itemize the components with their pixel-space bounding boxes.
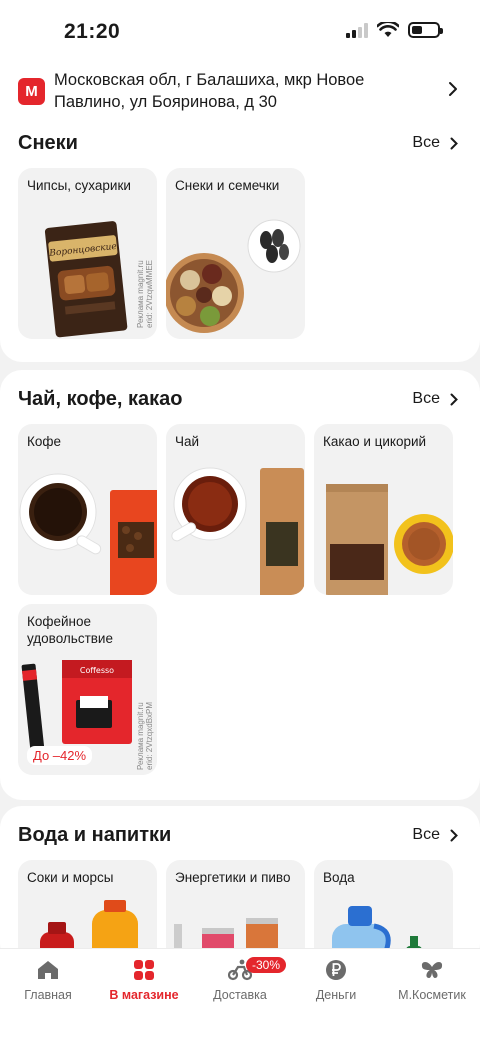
tile-label: Кофе [27, 434, 61, 449]
ad-disclaimer: Реклама magnit.ru erid: 2VtzqxdBxPM [136, 701, 154, 770]
category-tile-coffee[interactable]: Кофе [18, 424, 157, 595]
tile-label: Кофейное удовольствие [27, 614, 113, 646]
see-all-button[interactable]: Все [412, 826, 458, 844]
section-title: Вода и напитки [18, 824, 172, 846]
status-icons [346, 22, 443, 38]
section-snacks: Снеки Все Воронцовские Чипсы, сухарики Р… [0, 122, 480, 362]
section-title: Снеки [18, 132, 78, 154]
category-tile-snacks-seeds[interactable]: Снеки и семечки [166, 168, 305, 339]
tile-label: Чипсы, сухарики [27, 178, 131, 193]
tile-label: Чай [175, 434, 200, 449]
status-time: 21:20 [64, 20, 121, 43]
butterfly-icon [421, 962, 443, 978]
tab-home[interactable]: Главная [0, 959, 96, 1002]
chevron-right-icon [450, 137, 458, 149]
home-icon [38, 961, 58, 979]
category-tile-coffee-promo[interactable]: Coffesso Кофейное удовольствие До –42% Р… [18, 604, 157, 775]
tab-label: Доставка [213, 988, 267, 1002]
see-all-button[interactable]: Все [412, 390, 458, 408]
tile-label: Соки и морсы [27, 870, 114, 885]
address-text: Московская обл, г Балашиха, мкр Новое Па… [54, 71, 365, 111]
tab-label: Главная [24, 988, 72, 1002]
category-tile-tea[interactable]: Чай [166, 424, 305, 595]
tab-label: В магазине [109, 988, 179, 1002]
ruble-icon [326, 960, 346, 980]
chevron-right-icon [450, 829, 458, 841]
category-tile-chips[interactable]: Воронцовские Чипсы, сухарики Реклама mag… [18, 168, 157, 339]
tile-label: Какао и цикорий [323, 434, 427, 449]
ad-disclaimer: Реклама magnit.ru erid: 2VtzqwMMEE [136, 259, 154, 328]
discount-badge: До –42% [27, 746, 93, 765]
delivery-address-bar[interactable]: М Московская обл, г Балашиха, мкр Новое … [0, 62, 480, 122]
chevron-right-icon [449, 82, 457, 96]
tab-cosmetic[interactable]: М.Косметик [384, 959, 480, 1002]
tab-delivery[interactable]: Доставка -30% [192, 957, 288, 1002]
svg-text:Coffesso: Coffesso [80, 666, 114, 675]
category-tile-cocoa[interactable]: Какао и цикорий [314, 424, 453, 595]
tile-label: Снеки и семечки [175, 178, 280, 193]
tab-money[interactable]: Деньги [288, 959, 384, 1002]
cellular-signal-icon [346, 22, 368, 38]
see-all-label: Все [412, 390, 440, 407]
section-tea-coffee: Чай, кофе, какао Все Кофе Чай Какао и ци… [0, 370, 480, 800]
delivery-discount-badge: -30% [246, 957, 287, 973]
section-title: Чай, кофе, какао [18, 388, 183, 410]
status-bar: 21:20 [0, 0, 480, 62]
tab-in-store[interactable]: В магазине [96, 959, 192, 1002]
see-all-button[interactable]: Все [412, 134, 458, 152]
tab-label: М.Косметик [398, 988, 466, 1002]
see-all-label: Все [412, 826, 440, 843]
tile-label: Энергетики и пиво [175, 870, 291, 885]
section-water-drinks: Вода и напитки Все Соки и морсы Энергети… [0, 806, 480, 1031]
magnit-logo: М [18, 78, 45, 105]
battery-icon [408, 22, 443, 38]
tab-label: Деньги [315, 988, 357, 1002]
chevron-right-icon [450, 393, 458, 405]
bottom-tab-bar: Главная В магазине Доставка -30% Деньги [0, 948, 480, 1041]
wifi-icon [377, 22, 399, 37]
grid-icon [134, 960, 154, 980]
see-all-label: Все [412, 134, 440, 151]
tile-label: Вода [323, 870, 355, 885]
